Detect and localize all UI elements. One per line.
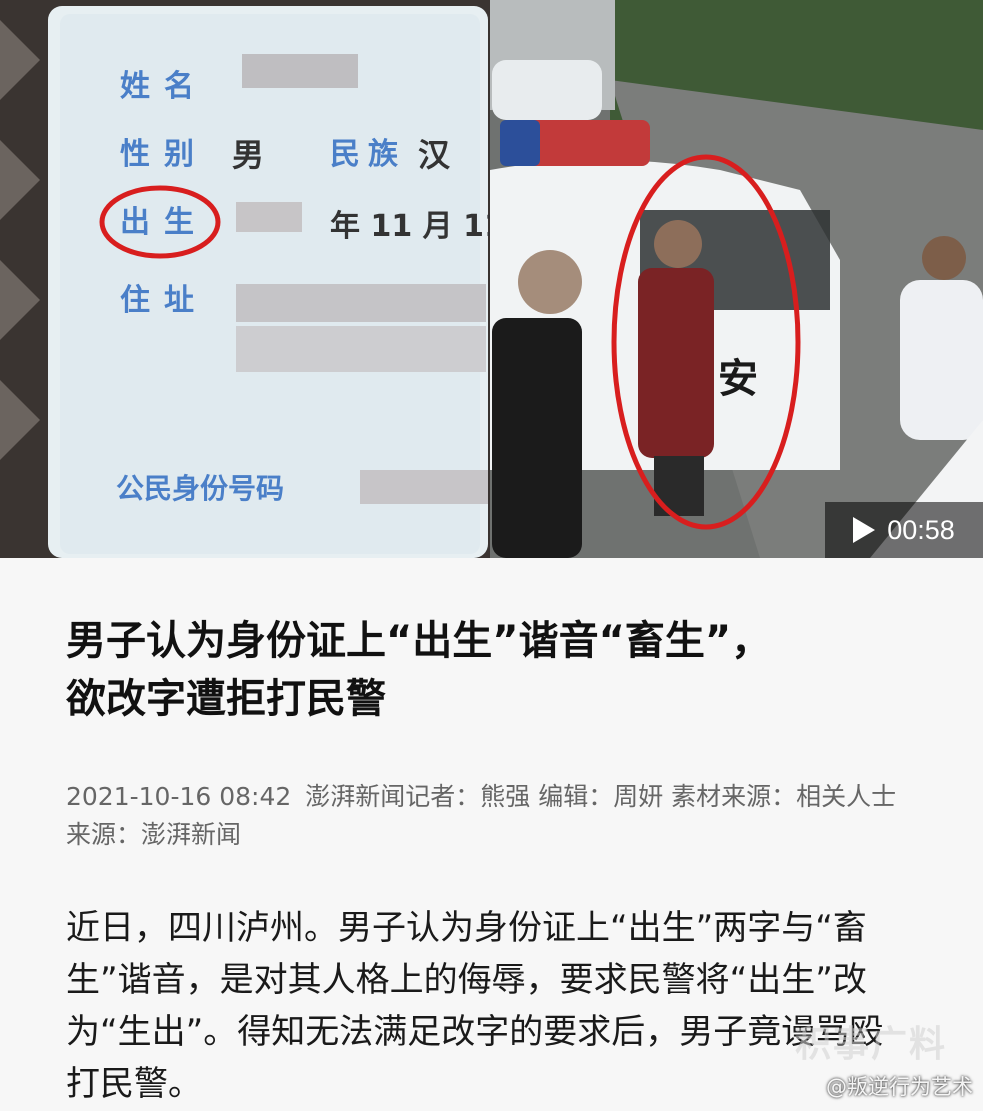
watermark-handle: @叛逆行为艺术	[826, 1075, 973, 1099]
article-headline: 男子认为身份证上“出生”谐音“畜生”， 欲改字遭拒打民警	[66, 612, 936, 728]
blurred-address-1	[236, 284, 486, 322]
id-value-birth: 年 11 月 11	[330, 209, 505, 244]
person-left-head	[518, 250, 582, 314]
person-right	[900, 280, 983, 440]
headline-line-1: 男子认为身份证上“出生”谐音“畜生”，	[66, 618, 772, 664]
id-label-name: 姓名	[120, 69, 208, 104]
blurred-id-number	[360, 470, 488, 504]
watermark-logo: 积事广料	[794, 1024, 947, 1065]
person-center	[638, 268, 714, 458]
article-meta: 2021-10-16 08:42 澎湃新闻记者：熊强 编辑：周妍 素材来源：相关人…	[66, 778, 916, 854]
id-label-birth: 出生	[120, 205, 208, 240]
car-door-text: 安	[718, 356, 758, 402]
parked-car	[492, 60, 602, 120]
id-label-id-number: 公民身份号码	[116, 472, 284, 505]
person-center-head	[654, 220, 702, 268]
video-frame: 姓名 性别 男 民族 汉 出生 年 11 月 11 住址 公民身份号码 安	[0, 0, 983, 558]
headline-line-2: 欲改字遭拒打民警	[66, 676, 386, 722]
id-label-address: 住址	[120, 283, 208, 318]
blurred-birth-year	[236, 202, 302, 232]
article-date: 2021-10-16 08:42	[66, 782, 292, 811]
id-label-gender: 性别	[120, 137, 208, 172]
person-left	[492, 318, 582, 558]
video-thumbnail[interactable]: 姓名 性别 男 民族 汉 出生 年 11 月 11 住址 公民身份号码 安 00…	[0, 0, 983, 558]
blurred-name	[242, 54, 358, 88]
person-right-head	[922, 236, 966, 280]
blurred-address-2	[236, 326, 486, 372]
video-duration-badge[interactable]: 00:58	[825, 502, 983, 558]
id-value-ethnicity: 汉	[418, 136, 451, 174]
id-value-gender: 男	[232, 136, 264, 174]
video-duration: 00:58	[887, 514, 955, 545]
id-label-ethnicity: 民族	[330, 137, 406, 172]
play-icon[interactable]	[853, 517, 876, 543]
article-body: 近日，四川泸州。男子认为身份证上“出生”两字与“畜生”谐音，是对其人格上的侮辱，…	[66, 908, 884, 1104]
